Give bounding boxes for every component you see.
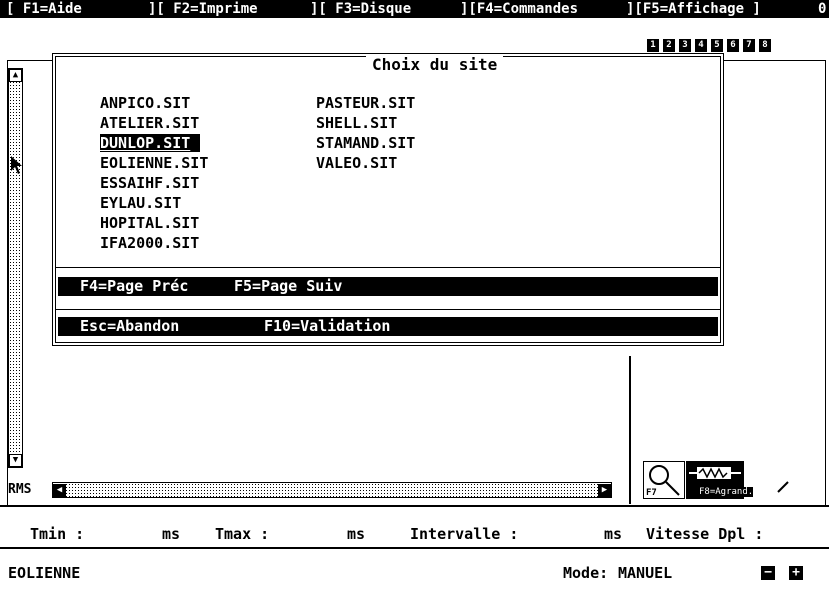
site-item[interactable]: EOLIENNE.SIT	[100, 153, 208, 173]
site-list-column-1: ANPICO.SIT ATELIER.SIT DUNLOP.SIT EOLIEN…	[100, 93, 208, 253]
pen-icon[interactable]	[776, 480, 790, 494]
page-selector: 1 2 3 4 5 6 7 8	[647, 39, 771, 52]
interval-unit: ms	[604, 525, 623, 543]
page-prev-button[interactable]: F4=Page Préc	[80, 277, 188, 296]
menu-bar: [ F1=Aide ][ F2=Imprime ][ F3=Disque ][F…	[0, 0, 829, 18]
zoom-in-button[interactable]: +	[789, 566, 803, 580]
page-next-button[interactable]: F5=Page Suiv	[234, 277, 342, 296]
speed-label: Vitesse Dpl :	[646, 525, 764, 543]
waveform-enlarge-icon	[689, 467, 741, 479]
page-button-5[interactable]: 5	[711, 39, 723, 52]
site-item[interactable]: VALEO.SIT	[316, 153, 415, 173]
site-item[interactable]: EYLAU.SIT	[100, 193, 208, 213]
scroll-down-icon[interactable]: ▼	[9, 454, 22, 467]
scroll-right-icon[interactable]: ▶	[598, 484, 611, 497]
zoom-tool-label: F7	[646, 488, 657, 498]
tmax-unit: ms	[347, 525, 366, 543]
page-button-1[interactable]: 1	[647, 39, 659, 52]
site-item[interactable]: ATELIER.SIT	[100, 113, 208, 133]
page-button-6[interactable]: 6	[727, 39, 739, 52]
dialog-title: Choix du site	[366, 55, 504, 74]
menu-display[interactable]: ][F5=Affichage ]	[626, 1, 761, 17]
menu-commands[interactable]: ][F4=Commandes	[460, 1, 578, 17]
page-navigation-bar: F4=Page Préc F5=Page Suiv	[58, 277, 718, 296]
tmax-label: Tmax :	[215, 525, 270, 543]
validate-button[interactable]: F10=Validation	[264, 317, 390, 336]
page-button-4[interactable]: 4	[695, 39, 707, 52]
page-button-3[interactable]: 3	[679, 39, 691, 52]
interval-label: Intervalle :	[410, 525, 519, 543]
scroll-left-icon[interactable]: ◀	[53, 484, 66, 497]
menu-help[interactable]: [ F1=Aide	[6, 1, 82, 17]
site-item[interactable]: PASTEUR.SIT	[316, 93, 415, 113]
menu-print[interactable]: ][ F2=Imprime	[148, 1, 258, 17]
vertical-scrollbar[interactable]: ▲ ▼	[8, 68, 23, 468]
site-item-selected[interactable]: DUNLOP.SIT	[100, 134, 201, 152]
site-item[interactable]: IFA2000.SIT	[100, 233, 208, 253]
action-bar: Esc=Abandon F10=Validation	[58, 317, 718, 336]
page-button-7[interactable]: 7	[743, 39, 755, 52]
zoom-out-button[interactable]: −	[761, 566, 775, 580]
mode-label: Mode:	[563, 564, 609, 582]
panel-divider	[629, 356, 631, 504]
menu-extra: 0	[818, 1, 827, 17]
rms-label: RMS	[8, 482, 32, 497]
site-item[interactable]: STAMAND.SIT	[316, 133, 415, 153]
page-button-8[interactable]: 8	[759, 39, 771, 52]
divider	[56, 267, 720, 268]
site-list-column-2: PASTEUR.SIT SHELL.SIT STAMAND.SIT VALEO.…	[316, 93, 415, 173]
enlarge-tool-label: F8=Agrand.	[699, 487, 754, 497]
current-site-name: EOLIENNE	[8, 564, 81, 582]
enlarge-tool-button[interactable]: F8=Agrand.	[686, 461, 754, 499]
bottom-status-bar: EOLIENNE Mode: MANUEL − +	[0, 548, 829, 592]
page-button-2[interactable]: 2	[663, 39, 675, 52]
horizontal-scrollbar[interactable]: ◀ ▶	[52, 482, 612, 498]
tmin-label: Tmin :	[30, 525, 85, 543]
zoom-tool-button[interactable]: F7	[643, 461, 685, 499]
measurement-status-bar: Tmin : ms Tmax : ms Intervalle : ms Vite…	[0, 505, 829, 549]
menu-disk[interactable]: ][ F3=Disque	[310, 1, 411, 17]
tmin-unit: ms	[162, 525, 181, 543]
scroll-up-icon[interactable]: ▲	[9, 69, 22, 82]
mouse-pointer-icon	[11, 156, 22, 174]
divider	[56, 309, 720, 310]
site-choice-dialog: Choix du site ANPICO.SIT ATELIER.SIT DUN…	[52, 53, 724, 346]
site-item[interactable]: SHELL.SIT	[316, 113, 415, 133]
site-item[interactable]: ANPICO.SIT	[100, 93, 208, 113]
cancel-button[interactable]: Esc=Abandon	[80, 317, 179, 336]
site-item[interactable]: ESSAIHF.SIT	[100, 173, 208, 193]
site-item[interactable]: HOPITAL.SIT	[100, 213, 208, 233]
mode-value: MANUEL	[618, 564, 673, 582]
